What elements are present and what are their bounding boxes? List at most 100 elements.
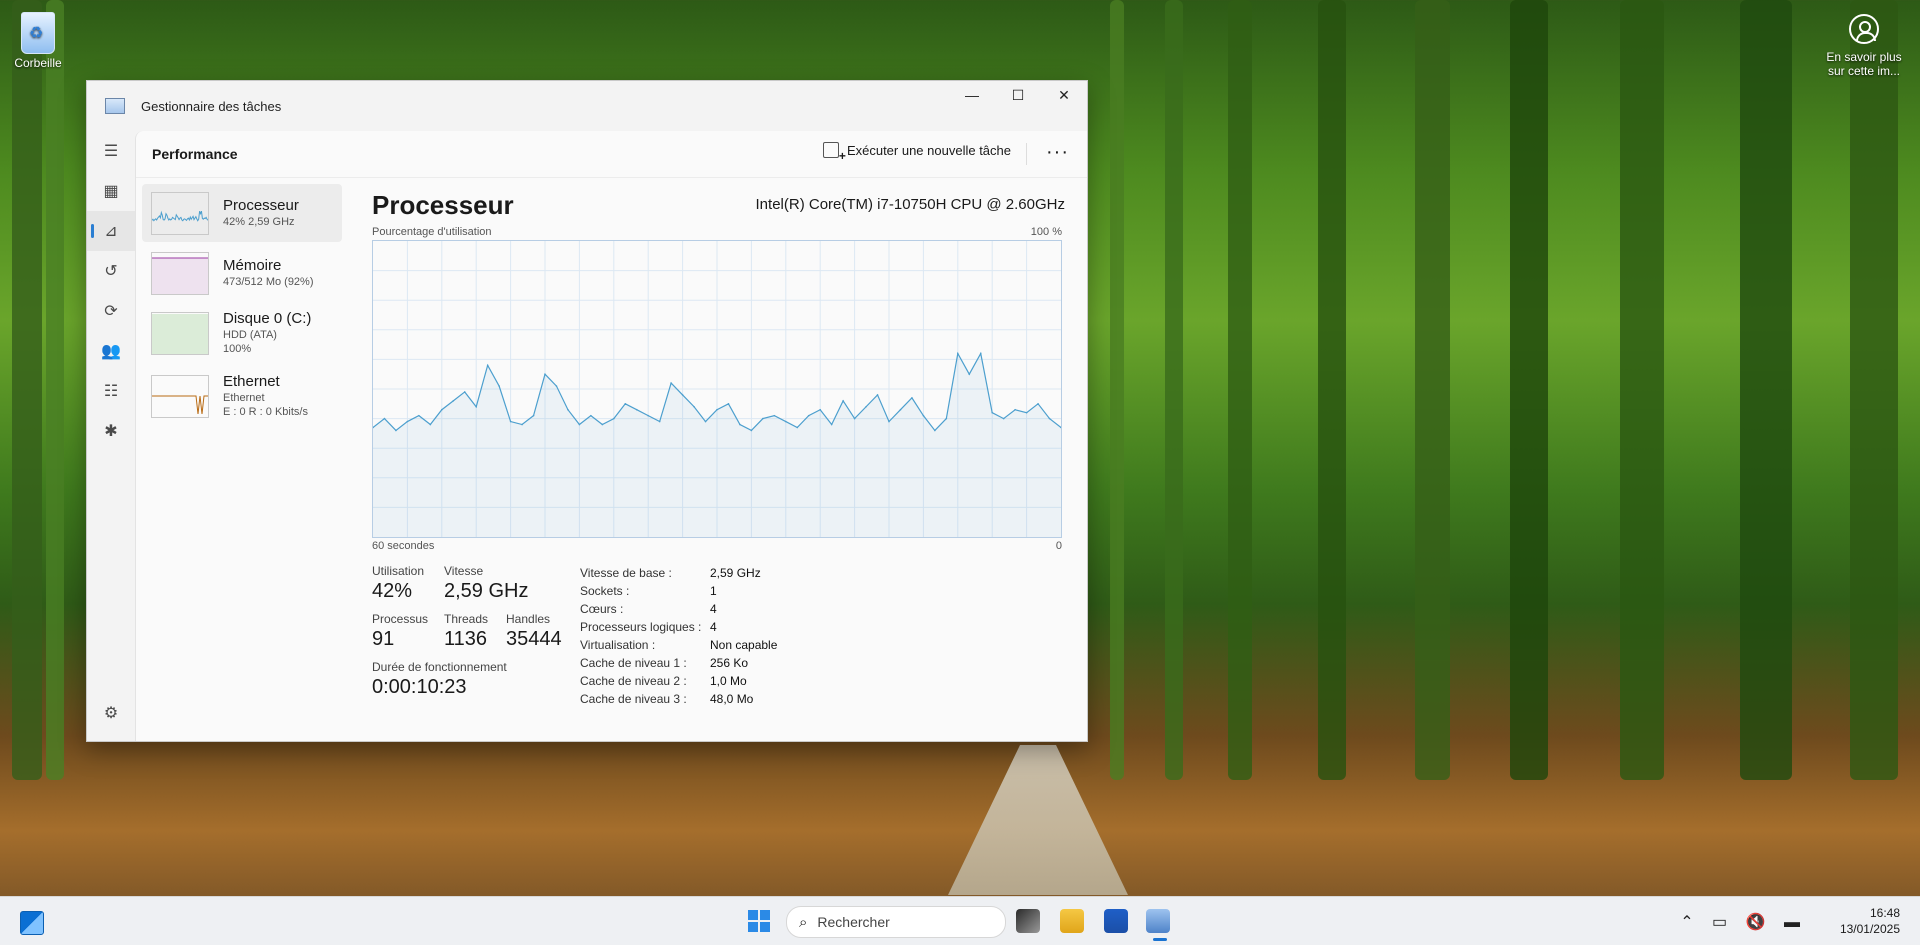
cpu-usage-point xyxy=(429,423,432,426)
app-history-icon[interactable]: ↺ xyxy=(87,251,135,291)
performance-icon[interactable]: ⊿ xyxy=(87,211,135,251)
spec-value: 4 xyxy=(710,620,717,634)
cpu-usage-point xyxy=(532,414,535,417)
bamboo-stalk xyxy=(12,0,42,780)
resource-detail: Ethernet xyxy=(223,392,265,404)
services-icon[interactable]: ✱ xyxy=(87,411,135,451)
cpu-usage-point xyxy=(681,394,684,396)
speaker-muted-icon[interactable]: 🔇 xyxy=(1746,912,1766,932)
content-area: Performance Exécuter une nouvelle tâche … xyxy=(135,131,1087,741)
cpu-usage-point xyxy=(807,414,810,417)
monitor-network-icon[interactable]: ▭ xyxy=(1712,912,1727,932)
cpu-usage-point xyxy=(704,420,707,423)
header-divider xyxy=(1026,143,1027,165)
memory-thumbnail-graph xyxy=(151,251,209,295)
cpu-usage-point xyxy=(1002,417,1005,420)
resource-item-ethernet[interactable]: Ethernet Ethernet E : 0 R : 0 Kbits/s xyxy=(142,364,342,428)
cpu-usage-point xyxy=(934,429,936,432)
cpu-usage-point xyxy=(727,403,730,405)
cpu-usage-point xyxy=(1037,403,1039,405)
cpu-usage-point xyxy=(613,417,615,420)
task-view-icon[interactable] xyxy=(1016,909,1040,933)
details-icon[interactable]: ☷ xyxy=(87,371,135,411)
taskbar: ⌕ Rechercher ⌃ ▭ 🔇 ▬ 16:48 13/01/2025 xyxy=(0,896,1920,945)
resource-item-processeur[interactable]: Processeur 42% 2,59 GHz xyxy=(142,184,342,242)
cpu-usage-point xyxy=(922,414,925,417)
title-bar[interactable]: Gestionnaire des tâches — ☐ ✕ xyxy=(87,81,1087,131)
spec-value: 4 xyxy=(710,602,717,616)
cpu-usage-point xyxy=(968,373,971,375)
cpu-usage-point xyxy=(441,408,443,411)
task-manager-window: Gestionnaire des tâches — ☐ ✕ ☰ ▦ ⊿ ↺ ⟳ … xyxy=(86,80,1088,742)
ethernet-thumbnail-graph xyxy=(151,374,209,418)
settings-gear-icon[interactable]: ⚙ xyxy=(87,693,135,733)
cpu-spec-table: Vitesse de base : 2,59 GHz Sockets : 1 Cœu… xyxy=(580,564,777,708)
cpu-usage-point xyxy=(716,408,718,411)
resource-item-memoire[interactable]: Mémoire 473/512 Mo (92%) xyxy=(142,244,342,302)
cpu-usage-point xyxy=(796,426,799,429)
spec-label: Processeurs logiques : xyxy=(580,620,702,634)
bamboo-stalk xyxy=(1228,0,1252,780)
spec-value: 1,0 Mo xyxy=(710,674,747,688)
cpu-usage-point xyxy=(888,420,890,423)
minimize-button[interactable]: — xyxy=(949,81,995,109)
start-menu-icon[interactable] xyxy=(748,910,770,932)
cpu-usage-point xyxy=(979,352,982,355)
startup-apps-icon[interactable]: ⟳ xyxy=(87,291,135,331)
run-new-task-label: Exécuter une nouvelle tâche xyxy=(846,142,1011,158)
resource-item-disque[interactable]: Disque 0 (C:) HDD (ATA) 100% xyxy=(142,304,342,362)
chart-zero-label: 0 xyxy=(1055,540,1062,552)
bamboo-stalk xyxy=(1318,0,1346,780)
clock[interactable]: 16:48 13/01/2025 xyxy=(1840,905,1900,937)
users-icon[interactable]: 👥 xyxy=(87,331,135,371)
bamboo-stalk xyxy=(1510,0,1548,780)
spec-label: Sockets : xyxy=(580,584,630,598)
learn-more-shortcut[interactable]: En savoir plus sur cette im... xyxy=(1816,14,1912,78)
task-manager-taskbar-icon[interactable] xyxy=(1146,909,1170,933)
memory-thumbnail-svg xyxy=(152,257,208,294)
recycle-bin-shortcut[interactable]: Corbeille xyxy=(10,12,66,70)
recycle-bin-label: Corbeille xyxy=(14,56,62,70)
cpu-detail-panel: Processeur Intel(R) Core(TM) i7-10750H C… xyxy=(346,178,1087,741)
cpu-usage-point xyxy=(739,423,741,426)
spec-label: Cœurs : xyxy=(580,602,624,616)
bamboo-stalk xyxy=(1165,0,1183,780)
bamboo-stalk xyxy=(1415,0,1450,780)
uptime-label: Durée de fonctionnement xyxy=(372,660,507,674)
page-title: Performance xyxy=(152,146,238,162)
threads-value: 1136 xyxy=(444,628,488,650)
cpu-usage-point xyxy=(911,397,913,399)
chevron-up-icon[interactable]: ⌃ xyxy=(1680,912,1693,932)
search-icon: ⌕ xyxy=(799,913,808,931)
cpu-thumbnail-svg xyxy=(152,210,208,222)
cpu-usage-chart[interactable] xyxy=(372,240,1062,538)
chart-time-label: 60 secondes xyxy=(372,540,435,552)
close-button[interactable]: ✕ xyxy=(1041,81,1087,109)
cpu-usage-point xyxy=(1048,417,1051,420)
bamboo-stalk xyxy=(1110,0,1124,780)
cpu-usage-point xyxy=(670,382,672,384)
microsoft-store-icon[interactable] xyxy=(1104,909,1128,933)
run-new-task-button[interactable]: Exécuter une nouvelle tâche xyxy=(822,142,1011,163)
more-options-button[interactable]: ··· xyxy=(1046,141,1069,164)
hamburger-menu-icon[interactable]: ☰ xyxy=(87,131,135,171)
cpu-usage-point xyxy=(463,391,466,393)
disk-thumbnail-svg xyxy=(152,313,208,354)
spec-label: Cache de niveau 1 : xyxy=(580,656,687,670)
battery-icon[interactable]: ▬ xyxy=(1784,914,1800,932)
spec-row: Cache de niveau 2 : 1,0 Mo xyxy=(580,672,777,690)
spec-row: Vitesse de base : 2,59 GHz xyxy=(580,564,777,582)
maximize-button[interactable]: ☐ xyxy=(995,81,1041,109)
processes-label: Processus xyxy=(372,612,429,626)
file-explorer-icon[interactable] xyxy=(1060,909,1084,933)
cpu-usage-point xyxy=(624,403,627,405)
search-box[interactable]: ⌕ Rechercher xyxy=(786,906,1006,938)
processes-icon[interactable]: ▦ xyxy=(87,171,135,211)
utilisation-value: 42% xyxy=(372,580,413,602)
widgets-icon[interactable] xyxy=(20,911,44,935)
cpu-usage-point xyxy=(865,405,867,408)
user-circle-icon xyxy=(1849,14,1879,44)
spec-label: Cache de niveau 3 : xyxy=(580,692,687,706)
cpu-usage-point xyxy=(945,417,948,420)
learn-more-label-line1: En savoir plus xyxy=(1826,50,1902,64)
